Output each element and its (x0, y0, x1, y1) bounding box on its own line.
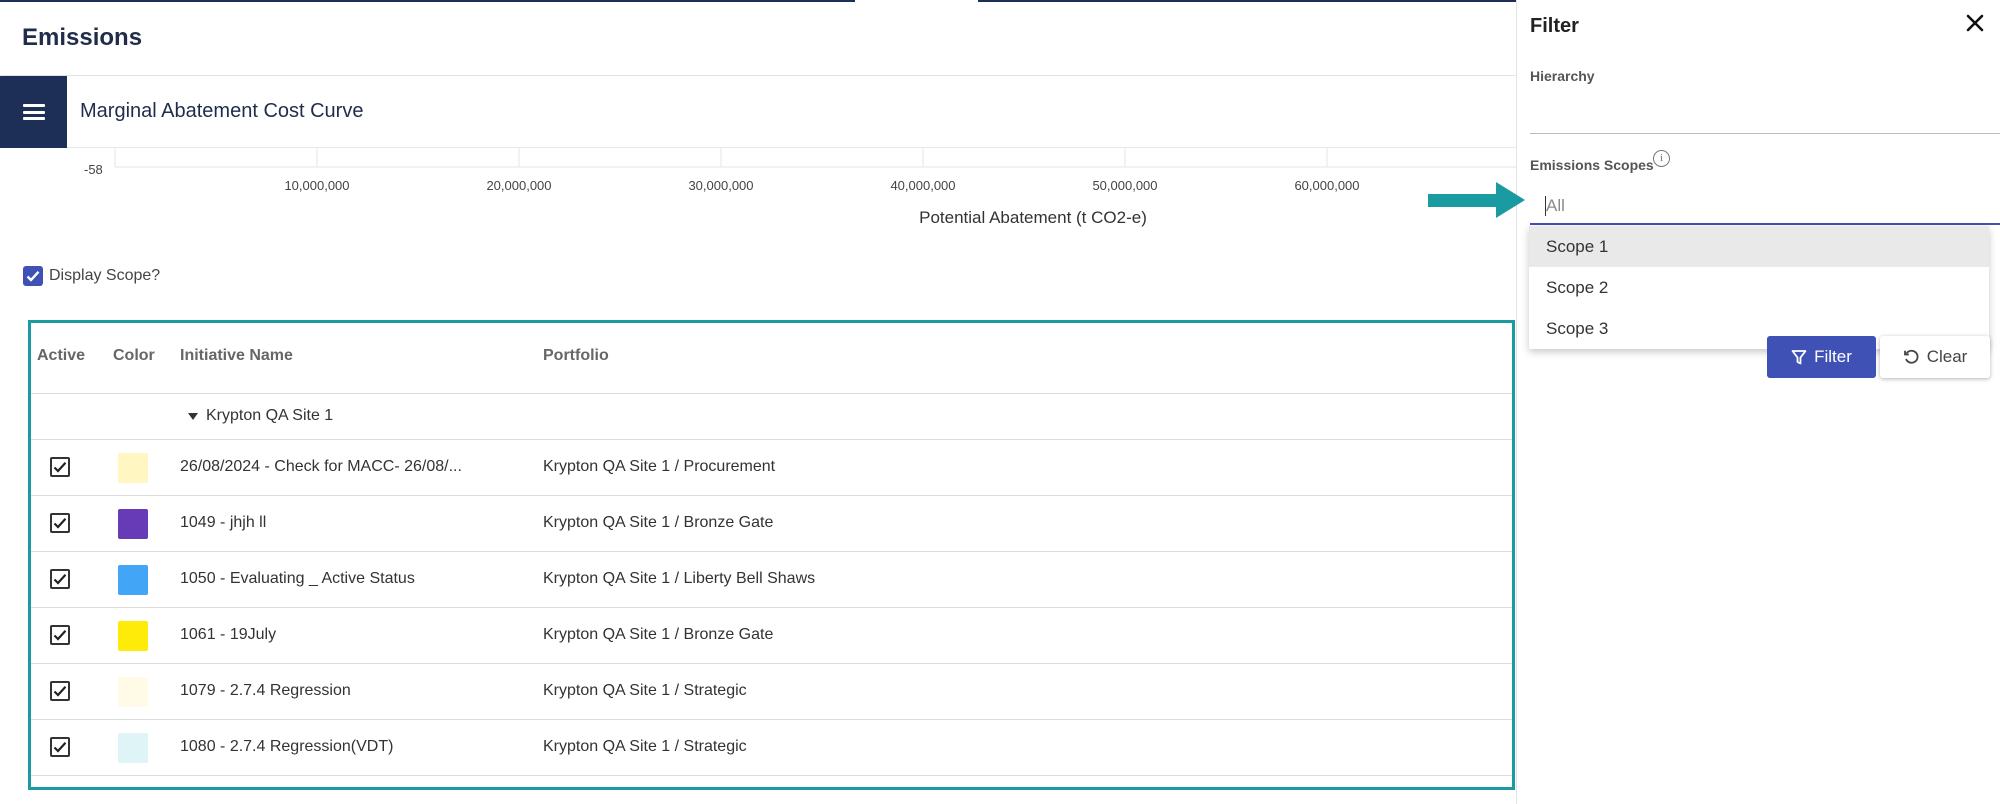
caret-down-icon (188, 412, 198, 420)
filter-button-label: Filter (1814, 347, 1852, 366)
table-row[interactable]: 26/08/2024 - Check for MACC- 26/08/... Kr… (31, 440, 1512, 496)
row-active-checkbox[interactable] (50, 681, 70, 701)
column-header-portfolio[interactable]: Portfolio (543, 347, 609, 365)
table-row[interactable]: 1080 - 2.7.4 Regression(VDT) Krypton QA S… (31, 720, 1512, 776)
display-scope-checkbox[interactable] (23, 266, 43, 286)
report-title: Marginal Abatement Cost Curve (80, 100, 364, 122)
checkmark-icon (53, 630, 67, 641)
y-tick-label: -58 (84, 162, 103, 177)
initiatives-table: Active Color Initiative Name Portfolio K… (28, 320, 1515, 790)
row-initiative-name: 1049 - jhjh ll (180, 514, 267, 531)
row-portfolio: Krypton QA Site 1 / Liberty Bell Shaws (543, 570, 816, 587)
checkmark-icon (53, 518, 67, 529)
group-label: Krypton QA Site 1 (206, 407, 334, 424)
emissions-scopes-input[interactable] (1530, 188, 2000, 225)
row-color-swatch[interactable] (118, 733, 148, 763)
row-portfolio: Krypton QA Site 1 / Procurement (543, 458, 776, 475)
column-header-color[interactable]: Color (113, 347, 155, 365)
close-button[interactable] (1964, 12, 1986, 34)
row-active-checkbox[interactable] (50, 625, 70, 645)
checkmark-icon (53, 686, 67, 697)
clear-button-label: Clear (1926, 347, 1968, 366)
table-row[interactable]: 1050 - Evaluating _ Active Status Krypton… (31, 552, 1512, 608)
group-row[interactable]: Krypton QA Site 1 (31, 394, 1512, 440)
column-header-initiative-name[interactable]: Initiative Name (180, 347, 293, 365)
clear-button[interactable]: Clear (1880, 336, 1990, 378)
menu-button[interactable] (0, 76, 67, 148)
option-scope-1[interactable]: Scope 1 (1529, 226, 1989, 267)
row-active-checkbox[interactable] (50, 569, 70, 589)
checkmark-icon (53, 574, 67, 585)
row-initiative-name: 1061 - 19July (180, 626, 277, 643)
macc-chart-svg: -58 10,000,000 20,000,000 30,000,000 40,000… (84, 148, 1516, 227)
x-tick-label: 10,000,000 (284, 178, 349, 193)
row-portfolio: Krypton QA Site 1 / Strategic (543, 682, 747, 699)
table-row[interactable]: 1061 - 19July Krypton QA Site 1 / Bronze … (31, 608, 1512, 664)
row-portfolio: Krypton QA Site 1 / Bronze Gate (543, 514, 774, 531)
app-header: Emissions (0, 2, 1516, 75)
hierarchy-label: Hierarchy (1530, 68, 1595, 84)
checkmark-icon (26, 270, 40, 282)
row-initiative-name: 26/08/2024 - Check for MACC- 26/08/... (180, 458, 462, 475)
table-header: Active Color Initiative Name Portfolio (31, 323, 1512, 394)
filter-panel-title: Filter (1530, 15, 1579, 37)
row-color-swatch[interactable] (118, 565, 148, 595)
scopes-dropdown: Scope 1 Scope 2 Scope 3 (1529, 226, 1989, 349)
row-initiative-name: 1050 - Evaluating _ Active Status (180, 570, 415, 587)
annotation-arrow-icon (1428, 182, 1525, 218)
column-header-active[interactable]: Active (37, 347, 85, 365)
filter-button[interactable]: Filter (1767, 336, 1876, 378)
table-row[interactable]: 1049 - jhjh ll Krypton QA Site 1 / Bronze… (31, 496, 1512, 552)
option-scope-2[interactable]: Scope 2 (1529, 267, 1989, 308)
text-cursor (1545, 196, 1546, 216)
display-scope-label: Display Scope? (49, 267, 161, 284)
x-tick-label: 20,000,000 (486, 178, 551, 193)
page-title: Emissions (22, 24, 143, 51)
hamburger-menu-icon (22, 104, 45, 120)
next-row-color-swatch (118, 788, 148, 790)
table-row[interactable]: 1079 - 2.7.4 Regression Krypton QA Site 1… (31, 664, 1512, 720)
x-axis-title: Potential Abatement (t CO2-e) (919, 208, 1147, 227)
x-tick-label: 30,000,000 (688, 178, 753, 193)
emissions-scopes-label: Emissions Scopes (1530, 157, 1654, 173)
row-initiative-name: 1079 - 2.7.4 Regression (180, 682, 351, 699)
checkmark-icon (53, 462, 67, 473)
filter-panel: Filter Hierarchy Emissions Scopes i (1516, 0, 2000, 804)
row-color-swatch[interactable] (118, 509, 148, 539)
row-color-swatch[interactable] (118, 621, 148, 651)
row-color-swatch[interactable] (118, 677, 148, 707)
group-toggle[interactable]: Krypton QA Site 1 (188, 407, 333, 425)
x-tick-label: 40,000,000 (890, 178, 955, 193)
report-toolbar: Marginal Abatement Cost Curve (0, 76, 1516, 148)
row-active-checkbox[interactable] (50, 457, 70, 477)
row-portfolio: Krypton QA Site 1 / Bronze Gate (543, 626, 774, 643)
row-portfolio: Krypton QA Site 1 / Strategic (543, 738, 747, 755)
x-tick-label: 60,000,000 (1294, 178, 1359, 193)
row-initiative-name: 1080 - 2.7.4 Regression(VDT) (180, 738, 394, 755)
display-scope-toggle[interactable]: Display Scope? (23, 266, 160, 286)
hierarchy-field[interactable] (1530, 133, 2000, 134)
row-active-checkbox[interactable] (50, 737, 70, 757)
macc-chart: -58 10,000,000 20,000,000 30,000,000 40,000… (0, 148, 1516, 234)
row-color-swatch[interactable] (118, 453, 148, 483)
close-icon (1966, 14, 1984, 32)
funnel-icon (1791, 349, 1807, 364)
row-active-checkbox[interactable] (50, 513, 70, 533)
info-icon[interactable]: i (1653, 150, 1670, 167)
reset-icon (1903, 349, 1919, 364)
checkmark-icon (53, 742, 67, 753)
x-tick-label: 50,000,000 (1092, 178, 1157, 193)
